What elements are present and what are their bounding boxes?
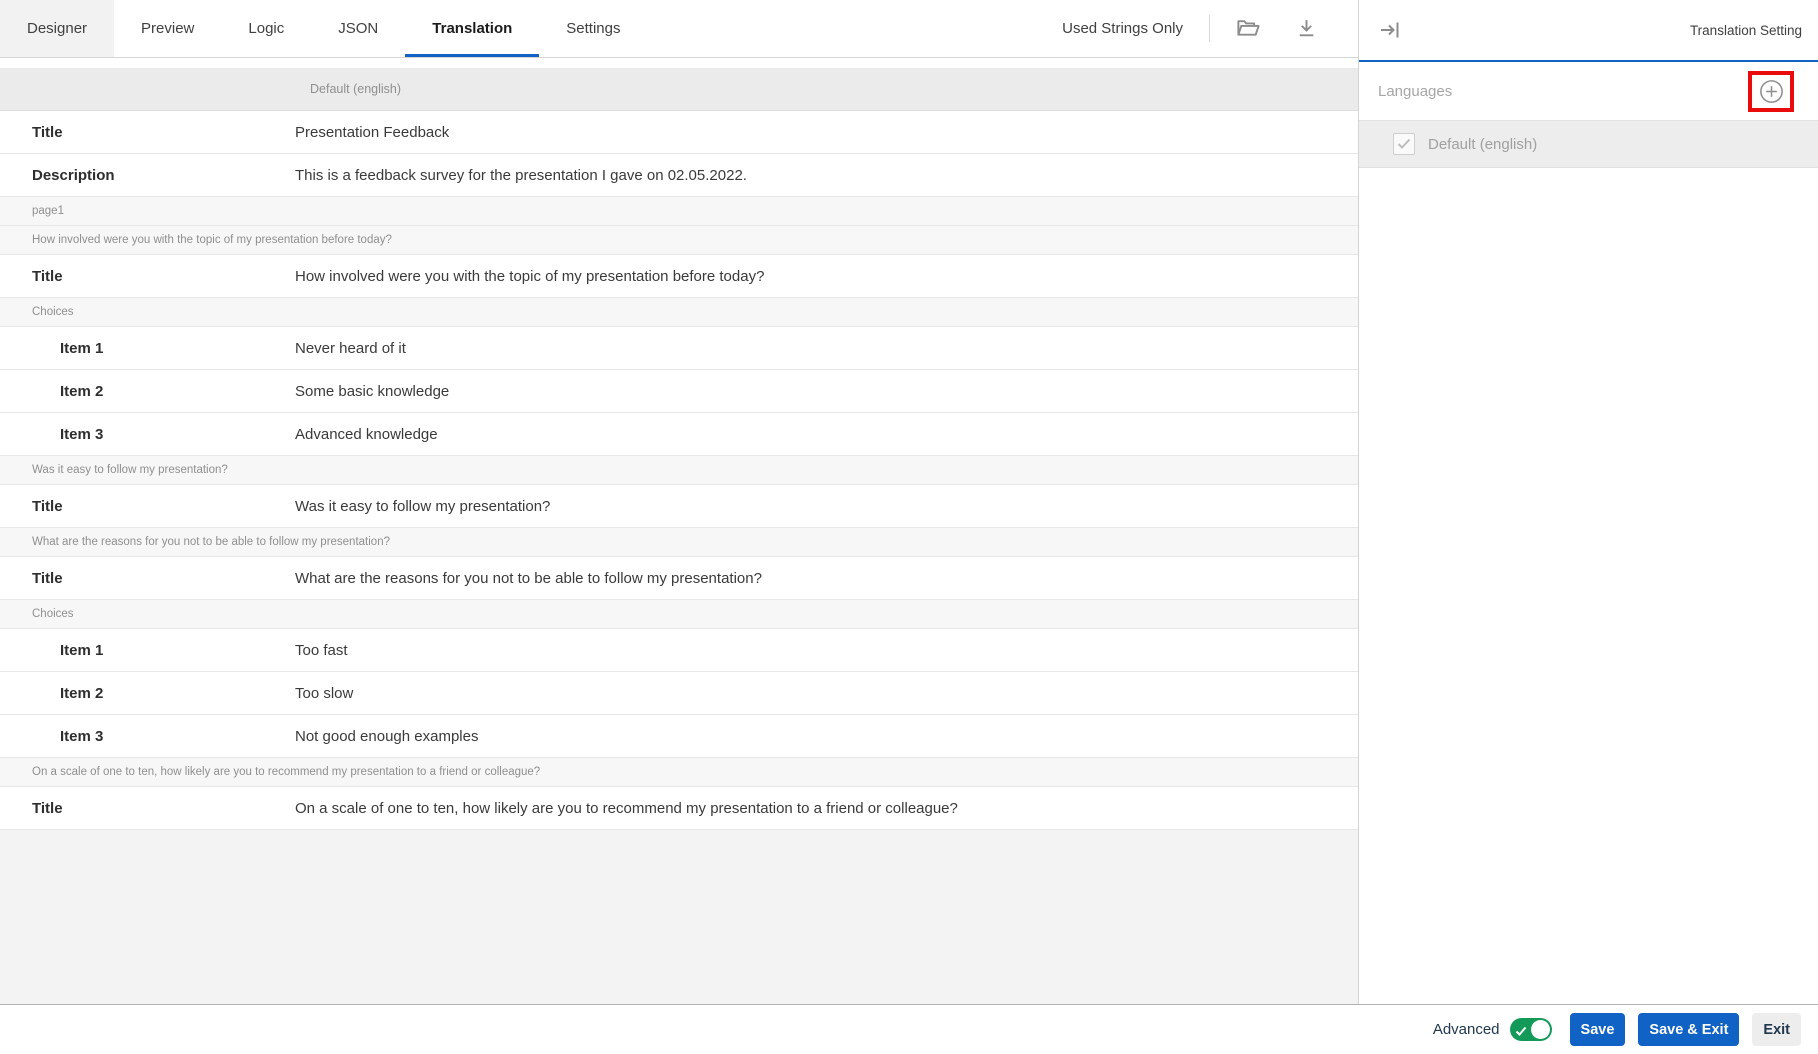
advanced-toggle[interactable] [1510, 1018, 1552, 1041]
translation-value[interactable]: Too slow [295, 685, 1358, 702]
section-row: What are the reasons for you not to be a… [0, 528, 1358, 557]
language-column-header: Default (english) [295, 82, 1358, 96]
section-label: Choices [0, 608, 74, 620]
tab-json[interactable]: JSON [311, 0, 405, 57]
table-row: TitleHow involved were you with the topi… [0, 255, 1358, 298]
translation-value[interactable]: Was it easy to follow my presentation? [295, 498, 1358, 515]
translation-value[interactable]: Not good enough examples [295, 728, 1358, 745]
translation-value[interactable]: How involved were you with the topic of … [295, 268, 1358, 285]
tab-settings[interactable]: Settings [539, 0, 647, 57]
add-language-button[interactable] [1757, 77, 1785, 105]
row-label: Item 2 [0, 685, 295, 702]
table-row: Item 3Advanced knowledge [0, 413, 1358, 456]
tab-preview[interactable]: Preview [114, 0, 221, 57]
translation-table: Default (english)TitlePresentation Feedb… [0, 68, 1358, 1004]
translation-toolbar: Used Strings Only [1062, 0, 1358, 57]
header-row: Default (english) [0, 68, 1358, 111]
translation-value[interactable]: Never heard of it [295, 340, 1358, 357]
table-row: Item 2Some basic knowledge [0, 370, 1358, 413]
table-row: Item 2Too slow [0, 672, 1358, 715]
default-language-label: Default (english) [1428, 136, 1537, 153]
tab-bar-spacer [648, 0, 1063, 57]
checkmark-icon [1397, 138, 1411, 150]
export-button[interactable] [1292, 15, 1320, 43]
row-label: Item 1 [0, 642, 295, 659]
languages-label: Languages [1378, 83, 1452, 100]
section-label: Choices [0, 306, 74, 318]
open-folder-icon [1235, 15, 1262, 42]
section-row: On a scale of one to ten, how likely are… [0, 758, 1358, 787]
toggle-check-icon [1515, 1024, 1527, 1042]
table-row: Item 1Never heard of it [0, 327, 1358, 370]
row-label: Title [0, 498, 295, 515]
table-row: DescriptionThis is a feedback survey for… [0, 154, 1358, 197]
section-row: Choices [0, 298, 1358, 327]
languages-header-row: Languages [1359, 62, 1818, 121]
section-row: How involved were you with the topic of … [0, 226, 1358, 255]
survey-creator-app: DesignerPreviewLogicJSONTranslationSetti… [0, 0, 1818, 1054]
toggle-knob [1531, 1020, 1550, 1039]
import-button[interactable] [1234, 15, 1262, 43]
default-language-checkbox [1393, 133, 1415, 155]
translation-main-area: DesignerPreviewLogicJSONTranslationSetti… [0, 0, 1358, 1004]
row-label: Item 1 [0, 340, 295, 357]
save-exit-button[interactable]: Save & Exit [1638, 1013, 1739, 1046]
section-row: Choices [0, 600, 1358, 629]
panel-header: Translation Setting [1359, 0, 1818, 62]
section-label: On a scale of one to ten, how likely are… [0, 766, 540, 778]
row-label: Item 2 [0, 383, 295, 400]
section-label: Was it easy to follow my presentation? [0, 464, 228, 476]
translation-value[interactable]: This is a feedback survey for the presen… [295, 167, 1358, 184]
table-row: TitleWas it easy to follow my presentati… [0, 485, 1358, 528]
advanced-label: Advanced [1433, 1021, 1500, 1038]
tab-translation[interactable]: Translation [405, 0, 539, 57]
save-button[interactable]: Save [1570, 1013, 1626, 1046]
download-icon [1294, 16, 1319, 41]
translation-value[interactable]: Too fast [295, 642, 1358, 659]
table-row: Item 1Too fast [0, 629, 1358, 672]
row-label: Title [0, 800, 295, 817]
section-row: Was it easy to follow my presentation? [0, 456, 1358, 485]
table-row: TitlePresentation Feedback [0, 111, 1358, 154]
tab-bar: DesignerPreviewLogicJSONTranslationSetti… [0, 0, 1358, 58]
table-row: TitleOn a scale of one to ten, how likel… [0, 787, 1358, 830]
section-row: page1 [0, 197, 1358, 226]
row-label: Description [0, 167, 295, 184]
translation-value[interactable]: Some basic knowledge [295, 383, 1358, 400]
row-label: Item 3 [0, 728, 295, 745]
panel-title: Translation Setting [1690, 23, 1802, 38]
table-row: Item 3Not good enough examples [0, 715, 1358, 758]
table-row: TitleWhat are the reasons for you not to… [0, 557, 1358, 600]
row-label: Title [0, 268, 295, 285]
content-area: DesignerPreviewLogicJSONTranslationSetti… [0, 0, 1818, 1004]
section-label: What are the reasons for you not to be a… [0, 536, 390, 548]
arrow-to-bar-icon [1377, 17, 1403, 43]
tab-bar-tabs: DesignerPreviewLogicJSONTranslationSetti… [0, 0, 648, 57]
translation-value[interactable]: Advanced knowledge [295, 426, 1358, 443]
translation-value[interactable]: Presentation Feedback [295, 124, 1358, 141]
exit-button[interactable]: Exit [1752, 1013, 1801, 1046]
row-label: Title [0, 124, 295, 141]
default-language-row: Default (english) [1359, 121, 1818, 168]
table-empty-area [0, 830, 1358, 1004]
translation-value[interactable]: On a scale of one to ten, how likely are… [295, 800, 1358, 817]
plus-circle-icon [1757, 77, 1786, 106]
translation-settings-panel: Translation Setting Languages [1358, 0, 1818, 1004]
row-label: Title [0, 570, 295, 587]
collapse-panel-button[interactable] [1376, 16, 1404, 44]
section-label: How involved were you with the topic of … [0, 234, 392, 246]
tab-designer[interactable]: Designer [0, 0, 114, 57]
section-label: page1 [0, 205, 64, 217]
add-language-highlight [1748, 71, 1794, 112]
row-label: Item 3 [0, 426, 295, 443]
toolbar-divider [1209, 15, 1210, 42]
footer-toolbar: Advanced Save Save & Exit Exit [0, 1004, 1818, 1054]
tab-logic[interactable]: Logic [221, 0, 311, 57]
used-strings-only-button[interactable]: Used Strings Only [1062, 20, 1183, 37]
translation-value[interactable]: What are the reasons for you not to be a… [295, 570, 1358, 587]
